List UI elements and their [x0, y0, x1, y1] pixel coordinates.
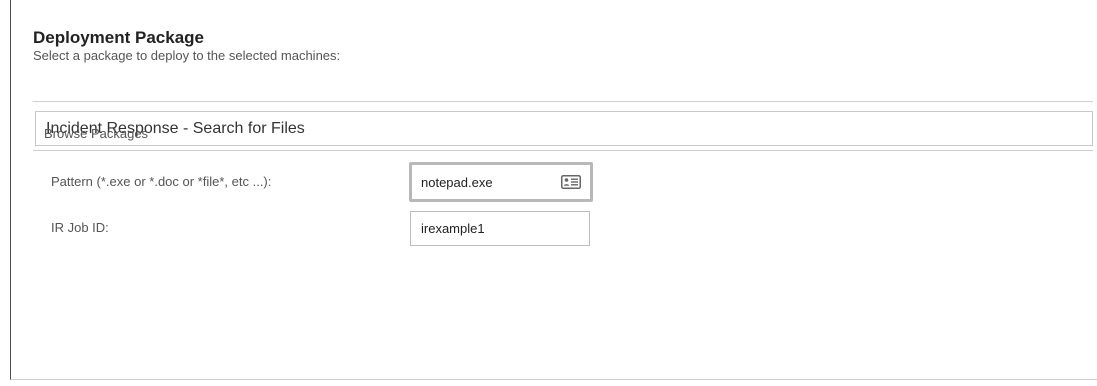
- pattern-input-value: notepad.exe: [421, 174, 493, 190]
- job-id-label: IR Job ID:: [51, 220, 109, 235]
- selected-package-field[interactable]: Incident Response - Search for Files: [35, 111, 1093, 146]
- contact-card-icon[interactable]: [561, 175, 581, 189]
- header-divider: [33, 101, 1093, 102]
- pattern-label: Pattern (*.exe or *.doc or *file*, etc .…: [51, 174, 272, 189]
- job-id-input[interactable]: irexample1: [410, 211, 590, 246]
- package-divider: [33, 150, 1093, 151]
- job-id-input-value: irexample1: [421, 221, 485, 236]
- panel-subtitle: Select a package to deploy to the select…: [33, 48, 341, 63]
- panel-title: Deployment Package: [33, 28, 205, 47]
- deployment-package-panel: Deployment Package Select a package to d…: [10, 0, 1097, 380]
- browse-packages-link[interactable]: Browse Packages: [44, 126, 148, 141]
- panel-header: Deployment Package Select a package to d…: [33, 28, 340, 64]
- pattern-input[interactable]: notepad.exe: [409, 162, 593, 202]
